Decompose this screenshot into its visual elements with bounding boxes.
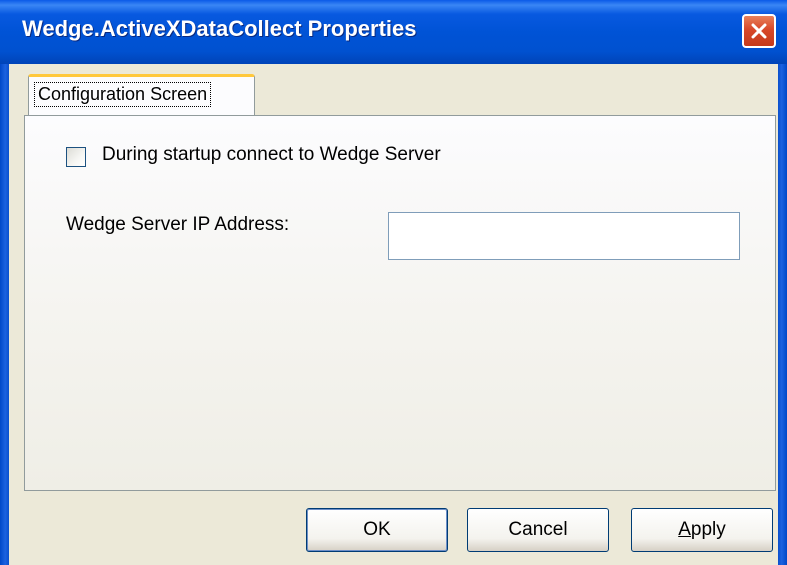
- close-x-icon: [751, 23, 767, 39]
- title-bar[interactable]: Wedge.ActiveXDataCollect Properties: [0, 0, 787, 64]
- close-button[interactable]: [742, 14, 776, 48]
- ip-address-label: Wedge Server IP Address:: [66, 214, 290, 235]
- startup-connect-checkbox[interactable]: [66, 147, 86, 167]
- tab-label: Configuration Screen: [34, 82, 212, 107]
- tab-panel: [24, 115, 776, 491]
- ip-address-input[interactable]: [388, 212, 740, 260]
- startup-connect-label[interactable]: During startup connect to Wedge Server: [102, 144, 441, 166]
- window-title: Wedge.ActiveXDataCollect Properties: [22, 16, 417, 41]
- window-frame-left: [0, 64, 9, 565]
- apply-button[interactable]: Apply: [631, 508, 773, 552]
- cancel-button[interactable]: Cancel: [467, 508, 609, 552]
- tab-configuration-screen[interactable]: Configuration Screen: [28, 74, 255, 116]
- window-frame-right: [778, 64, 787, 565]
- ok-button[interactable]: OK: [306, 508, 448, 552]
